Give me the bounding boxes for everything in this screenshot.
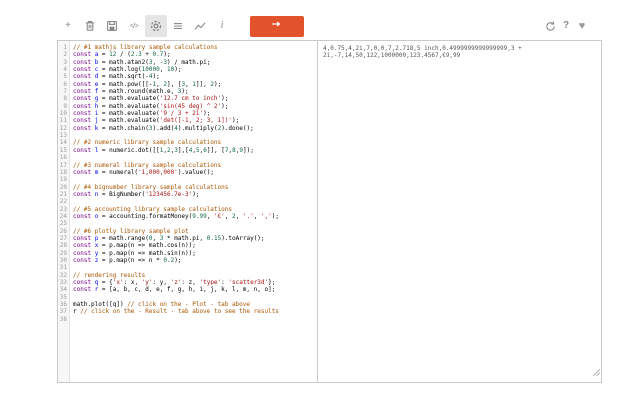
results-button[interactable] <box>167 15 189 37</box>
plus-icon: + <box>65 20 71 31</box>
gear-icon <box>149 19 163 33</box>
favorite-button[interactable]: ♥ <box>574 15 590 37</box>
new-button[interactable]: + <box>57 15 79 37</box>
info-button[interactable]: i <box>211 15 233 37</box>
output-panel[interactable]: 4,0.75,4,2i,7,0,0,7,2.718,5 inch,0.49999… <box>318 41 601 382</box>
heart-icon: ♥ <box>578 19 586 32</box>
list-icon <box>171 19 185 33</box>
code-editor[interactable]: 1 2 3 4 5 6 7 8 9 10 11 12 13 14 15 16 17 18 19 20 21 22 23 24 2… <box>58 41 318 382</box>
help-button[interactable]: ? <box>558 15 574 37</box>
code-button[interactable]: </> <box>123 15 145 37</box>
settings-button[interactable] <box>145 15 167 37</box>
info-icon: i <box>220 20 224 31</box>
run-button[interactable] <box>250 15 304 37</box>
line-numbers: 1 2 3 4 5 6 7 8 9 10 11 12 13 14 15 16 17 18 19 20 21 22 23 24 2… <box>58 41 70 382</box>
run-icon <box>269 17 285 35</box>
delete-button[interactable] <box>79 15 101 37</box>
refresh-icon <box>544 20 557 33</box>
refresh-button[interactable] <box>542 15 558 37</box>
resize-handle-icon[interactable] <box>591 363 601 381</box>
output-text: 4,0.75,4,2i,7,0,0,7,2.718,5 inch,0.49999… <box>323 45 522 60</box>
toolbar-right-group: ? ♥ <box>542 15 590 37</box>
plot-button[interactable] <box>189 15 211 37</box>
workspace: 1 2 3 4 5 6 7 8 9 10 11 12 13 14 15 16 17 18 19 20 21 22 23 24 2… <box>57 40 602 383</box>
save-button[interactable] <box>101 15 123 37</box>
toolbar: + </> i ? ♥ <box>57 14 602 38</box>
save-icon <box>105 19 119 33</box>
code-lines[interactable]: // #1 mathjs library sample calculations… <box>70 41 317 382</box>
code-icon: </> <box>129 22 139 30</box>
chart-icon <box>193 19 207 33</box>
trash-icon <box>83 19 97 33</box>
question-icon: ? <box>562 20 570 31</box>
